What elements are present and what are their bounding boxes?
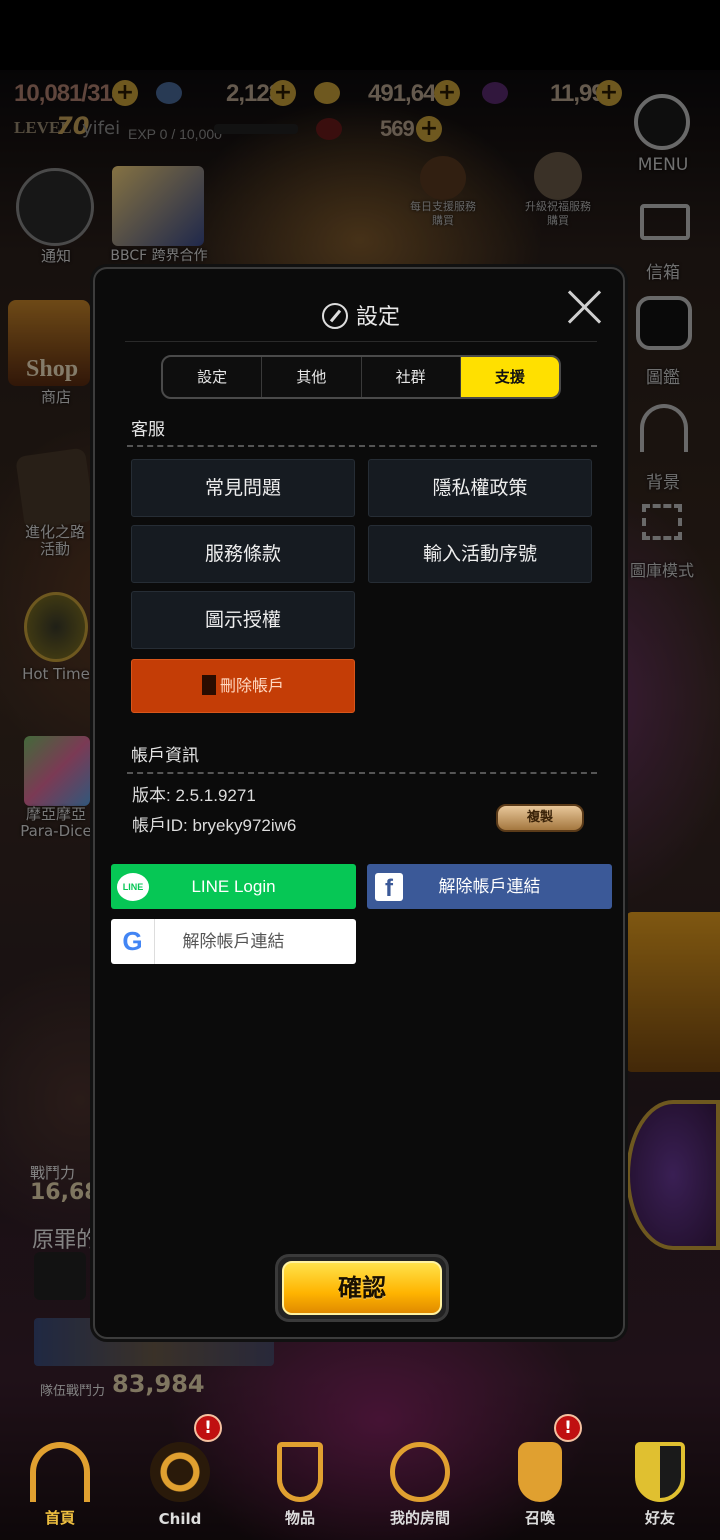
section-divider [127, 445, 597, 447]
customer-service-heading: 客服 [131, 420, 165, 440]
line-login-button[interactable]: LINE LINE Login [111, 864, 356, 909]
facebook-unlink-label: 解除帳戶連結 [438, 877, 541, 896]
nav-friends[interactable]: 好友 [600, 1430, 720, 1540]
confirm-button[interactable]: 確認 [282, 1261, 442, 1315]
nav-items-label: 物品 [284, 1509, 315, 1527]
delete-account-label: 刪除帳戶 [219, 676, 284, 695]
version-text: 版本: 2.5.1.9271 [132, 786, 256, 805]
nav-child[interactable]: ! Child [120, 1414, 240, 1540]
nav-summon-label: 召喚 [524, 1509, 555, 1527]
icon-license-button[interactable]: 圖示授權 [131, 591, 355, 649]
facebook-unlink-button[interactable]: f 解除帳戶連結 [367, 864, 612, 909]
close-icon[interactable] [567, 289, 603, 325]
nav-home[interactable]: 首頁 [0, 1430, 120, 1540]
dialog-title: 設定 [95, 299, 627, 331]
faq-button[interactable]: 常見問題 [131, 459, 355, 517]
nav-my-room-label: 我的房間 [389, 1509, 450, 1527]
copy-button[interactable]: 複製 [496, 804, 584, 832]
nav-friends-label: 好友 [644, 1509, 675, 1527]
shield-icon [635, 1442, 685, 1502]
settings-dialog: 設定 設定 其他 社群 支援 客服 常見問題 隱私權政策 服務條款 輸入活動序號… [93, 267, 625, 1339]
confirm-button-frame: 確認 [275, 1254, 449, 1322]
dialog-title-text: 設定 [355, 305, 400, 330]
delete-account-button[interactable]: 刪除帳戶 [131, 659, 355, 713]
child-alert-badge: ! [194, 1414, 222, 1442]
nav-my-room[interactable]: 我的房間 [360, 1430, 480, 1540]
terms-of-service-button[interactable]: 服務條款 [131, 525, 355, 583]
flame-icon [150, 1442, 210, 1502]
line-logo-text: LINE [117, 872, 149, 901]
line-login-label: LINE Login [191, 877, 276, 896]
nav-items[interactable]: 物品 [240, 1430, 360, 1540]
crown-laurel-icon [390, 1442, 450, 1502]
sword-shield-icon [277, 1442, 323, 1502]
tab-support[interactable]: 支援 [460, 357, 559, 397]
nav-summon[interactable]: ! 召喚 [480, 1414, 600, 1540]
home-arch-icon [30, 1442, 90, 1502]
gear-icon [321, 303, 348, 329]
tab-other[interactable]: 其他 [262, 357, 362, 397]
account-id-text: 帳戶ID: bryeky972iw6 [132, 816, 297, 835]
redeem-code-button[interactable]: 輸入活動序號 [368, 525, 592, 583]
status-bar-area [0, 0, 720, 70]
account-info-heading: 帳戶資訊 [131, 746, 199, 766]
tab-community[interactable]: 社群 [362, 357, 461, 397]
google-unlink-label: 解除帳戶連結 [182, 932, 285, 951]
line-logo-icon: LINE [111, 864, 155, 909]
exit-door-icon [201, 675, 216, 695]
nav-home-label: 首頁 [44, 1509, 75, 1527]
potion-heart-icon [518, 1442, 562, 1502]
privacy-policy-button[interactable]: 隱私權政策 [368, 459, 592, 517]
settings-tabs: 設定 其他 社群 支援 [161, 355, 561, 399]
summon-alert-badge: ! [554, 1414, 582, 1442]
nav-child-label: Child [158, 1510, 202, 1528]
account-divider [127, 772, 597, 774]
google-unlink-button[interactable]: G 解除帳戶連結 [111, 919, 356, 964]
title-divider [125, 341, 597, 342]
google-logo-icon: G [111, 919, 155, 964]
facebook-logo-icon: f [367, 864, 411, 909]
tab-settings[interactable]: 設定 [163, 357, 263, 397]
